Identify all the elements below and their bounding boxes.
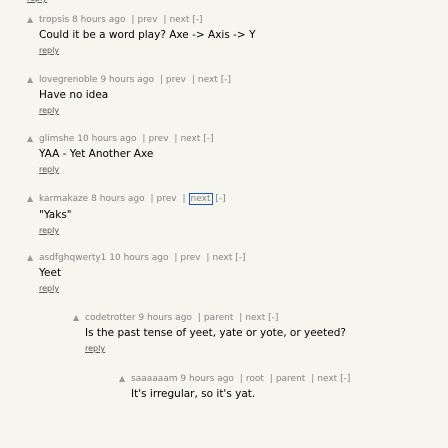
parent-link[interactable]: parent bbox=[276, 374, 306, 384]
comment-age[interactable]: 10 hours ago bbox=[109, 253, 168, 263]
comment-user[interactable]: lovegrenoble bbox=[39, 75, 98, 85]
collapse-toggle[interactable]: [-] bbox=[268, 313, 278, 323]
comment-user[interactable]: codetrotter bbox=[85, 313, 136, 323]
comment-asdfghqwerty1: ▲ asdfghqwerty1 10 hours ago | prev | next… bbox=[27, 253, 246, 293]
comment-age[interactable]: 9 hours ago bbox=[180, 374, 234, 384]
comment-user[interactable]: asdfghqwerty1 bbox=[39, 253, 106, 263]
collapse-toggle[interactable]: [-] bbox=[235, 253, 245, 263]
prev-link[interactable]: prev bbox=[180, 253, 200, 263]
upvote-icon[interactable]: ▲ bbox=[27, 15, 39, 25]
comment-user[interactable]: saaaaaam bbox=[131, 374, 178, 384]
comment-user[interactable]: tropsis bbox=[39, 15, 69, 25]
reply-link-top[interactable]: reply bbox=[27, 0, 47, 3]
reply-link[interactable]: reply bbox=[85, 344, 346, 353]
comment-text: Yeet bbox=[39, 267, 62, 279]
upvote-icon[interactable]: ▲ bbox=[27, 134, 39, 144]
comment-head: codetrotter 9 hours ago | parent | next [-… bbox=[85, 313, 279, 323]
comment-saaaaaam: ▲ saaaaaam 9 hours ago | root | parent | ne… bbox=[119, 374, 350, 400]
comment-tropsis: ▲ tropsis 8 hours ago | prev | next [-] Co… bbox=[27, 15, 255, 55]
upvote-icon[interactable]: ▲ bbox=[27, 253, 39, 263]
comment-codetrotter: ▲ codetrotter 9 hours ago | parent | next … bbox=[73, 313, 346, 353]
comment-text: Is the past tense of yeet, yate or yote,… bbox=[85, 327, 346, 339]
upvote-icon[interactable]: ▲ bbox=[27, 194, 39, 204]
comment-head: tropsis 8 hours ago | prev | next [-] bbox=[39, 15, 203, 25]
upvote-icon[interactable]: ▲ bbox=[119, 374, 131, 384]
collapse-toggle[interactable]: [-] bbox=[340, 374, 350, 384]
comment-lovegrenoble: ▲ lovegrenoble 9 hours ago | prev | next [… bbox=[27, 75, 231, 115]
prev-link[interactable]: prev bbox=[166, 75, 186, 85]
upvote-icon[interactable]: ▲ bbox=[27, 75, 39, 85]
comment-head: lovegrenoble 9 hours ago | prev | next [-] bbox=[39, 75, 232, 85]
comment-head: karmakaze 8 hours ago | prev | next [-] bbox=[39, 193, 226, 205]
reply-link[interactable]: reply bbox=[39, 46, 255, 55]
next-link[interactable]: next bbox=[180, 134, 200, 144]
next-link[interactable]: next bbox=[245, 313, 265, 323]
collapse-toggle[interactable]: [-] bbox=[203, 134, 213, 144]
prev-link[interactable]: prev bbox=[137, 15, 157, 25]
comment-user[interactable]: karmakaze bbox=[39, 194, 88, 204]
next-link[interactable]: next bbox=[198, 75, 218, 85]
next-link-highlighted[interactable]: next bbox=[188, 193, 213, 205]
collapse-toggle[interactable]: [-] bbox=[215, 194, 225, 204]
root-link[interactable]: root bbox=[246, 374, 264, 384]
reply-link[interactable]: reply bbox=[39, 284, 246, 293]
reply-link[interactable]: reply bbox=[39, 106, 231, 115]
comment-text: YAA - Yet Another Axe bbox=[39, 148, 154, 160]
collapse-toggle[interactable]: [-] bbox=[221, 75, 231, 85]
upvote-icon[interactable]: ▲ bbox=[73, 313, 85, 323]
prev-link[interactable]: prev bbox=[157, 194, 177, 204]
comment-age[interactable]: 8 hours ago bbox=[72, 15, 126, 25]
reply-link[interactable]: reply bbox=[39, 226, 226, 235]
parent-link[interactable]: parent bbox=[204, 313, 234, 323]
comment-head: saaaaaam 9 hours ago | root | parent | next… bbox=[131, 374, 351, 384]
comment-user[interactable]: glimshe bbox=[39, 134, 74, 144]
next-link[interactable]: next bbox=[169, 15, 189, 25]
next-link[interactable]: next bbox=[317, 374, 337, 384]
comment-text: It's irregular, so it's yat. bbox=[131, 388, 256, 400]
comment-head: glimshe 10 hours ago | prev | next [-] bbox=[39, 134, 214, 144]
next-link[interactable]: next bbox=[212, 253, 232, 263]
prev-link[interactable]: prev bbox=[148, 134, 168, 144]
reply-link[interactable]: reply bbox=[39, 165, 214, 174]
collapse-toggle[interactable]: [-] bbox=[192, 15, 202, 25]
comment-age[interactable]: 8 hours ago bbox=[91, 194, 145, 204]
comment-karmakaze: ▲ karmakaze 8 hours ago | prev | next [-] … bbox=[27, 193, 226, 235]
comment-age[interactable]: 9 hours ago bbox=[138, 313, 192, 323]
comment-text: Could it be a word play? Axe -> Axis -> … bbox=[39, 29, 256, 41]
comment-text: "Yaks" bbox=[39, 209, 72, 221]
comment-age[interactable]: 9 hours ago bbox=[100, 75, 154, 85]
comment-glimshe: ▲ glimshe 10 hours ago | prev | next [-] Y… bbox=[27, 134, 214, 174]
comment-text: Have no idea bbox=[39, 89, 109, 101]
comment-head: asdfghqwerty1 10 hours ago | prev | next [… bbox=[39, 253, 246, 263]
comment-age[interactable]: 10 hours ago bbox=[77, 134, 136, 144]
